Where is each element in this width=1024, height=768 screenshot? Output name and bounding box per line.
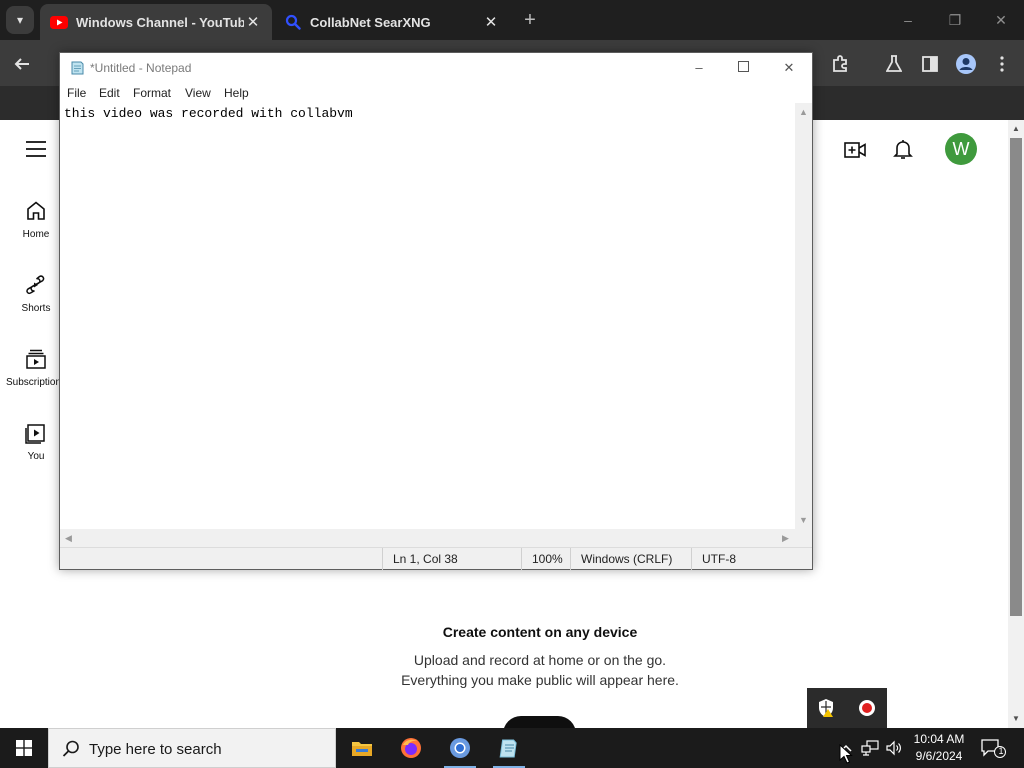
scroll-right-icon[interactable]: ▶ — [782, 533, 789, 544]
notepad-maximize-button[interactable] — [727, 57, 759, 79]
taskbar-search-input[interactable] — [89, 737, 329, 761]
volume-icon[interactable] — [884, 738, 904, 758]
status-cursor-position: Ln 1, Col 38 — [382, 548, 522, 570]
notification-count: 1 — [998, 746, 1004, 756]
scrollbar-corner — [795, 529, 812, 547]
tab-title: CollabNet SearXNG — [310, 14, 431, 30]
notepad-horizontal-scrollbar[interactable]: ◀ ▶ — [60, 529, 795, 547]
mouse-cursor-icon — [839, 744, 853, 764]
tab-title: Windows Channel - YouTube — [76, 14, 244, 30]
search-icon — [62, 740, 79, 757]
file-explorer-icon[interactable] — [338, 728, 386, 768]
create-content-title: Create content on any device — [442, 624, 638, 640]
tab-searxng[interactable]: CollabNet SearXNG ✕ — [274, 4, 510, 40]
tray-overflow-popup — [807, 688, 887, 728]
security-shield-icon[interactable] — [817, 698, 837, 718]
sidebar-item-label: Shorts — [21, 303, 51, 314]
menu-format[interactable]: Format — [133, 86, 171, 100]
tab-close-icon[interactable]: ✕ — [482, 13, 500, 31]
notepad-close-button[interactable]: ✕ — [773, 57, 805, 79]
menu-edit[interactable]: Edit — [99, 86, 120, 100]
notification-center-icon[interactable]: 1 — [980, 738, 1006, 758]
network-icon[interactable] — [860, 738, 880, 758]
subscriptions-icon — [26, 349, 46, 369]
new-tab-button[interactable]: + — [518, 8, 542, 32]
browser-tab-strip: ▾ Windows Channel - YouTube ✕ CollabNet … — [0, 0, 1024, 40]
status-zoom: 100% — [521, 548, 571, 570]
shorts-icon — [26, 275, 45, 295]
extensions-icon[interactable] — [826, 50, 854, 78]
notepad-icon — [71, 61, 84, 75]
notepad-menubar: File Edit Format View Help — [60, 83, 812, 103]
taskbar: 10:04 AM 9/6/2024 1 — [0, 728, 1024, 768]
restore-button[interactable]: ❐ — [940, 8, 970, 32]
labs-icon[interactable] — [880, 50, 908, 78]
notepad-minimize-button[interactable]: – — [683, 57, 715, 79]
bell-icon[interactable] — [891, 137, 915, 161]
status-line-ending: Windows (CRLF) — [570, 548, 692, 570]
tab-search-icon[interactable]: ▾ — [6, 6, 34, 34]
minimize-button[interactable]: – — [893, 8, 923, 32]
scroll-down-icon[interactable]: ▼ — [799, 515, 808, 525]
notepad-statusbar: Ln 1, Col 38 100% Windows (CRLF) UTF-8 — [60, 547, 812, 570]
scroll-up-icon[interactable]: ▲ — [799, 107, 808, 117]
profile-icon[interactable] — [952, 50, 980, 78]
youtube-icon — [50, 13, 68, 31]
clock-date: 9/6/2024 — [915, 749, 963, 763]
notepad-titlebar[interactable]: *Untitled - Notepad – ✕ — [60, 53, 812, 83]
firefox-icon[interactable] — [387, 728, 435, 768]
notepad-text-area[interactable]: this video was recorded with collabvm — [60, 103, 795, 529]
avatar[interactable]: W — [945, 133, 977, 165]
create-content-description: Upload and record at home or on the go. — [413, 652, 667, 668]
clock-time: 10:04 AM — [913, 732, 965, 746]
windows-start-icon[interactable] — [0, 728, 48, 768]
create-content-description: Everything you make public will appear h… — [401, 672, 679, 688]
scroll-down-icon[interactable]: ▼ — [1008, 714, 1024, 723]
menu-icon[interactable] — [25, 140, 47, 158]
side-panel-icon[interactable] — [916, 50, 944, 78]
home-icon — [27, 201, 45, 220]
sidebar-item-label: Subscriptions — [5, 377, 67, 388]
taskbar-clock[interactable]: 10:04 AM 9/6/2024 — [908, 731, 970, 765]
notepad-title: *Untitled - Notepad — [90, 61, 192, 75]
record-icon[interactable] — [857, 698, 877, 718]
page-scrollbar[interactable]: ▲ ▼ — [1008, 120, 1024, 728]
menu-view[interactable]: View — [185, 86, 211, 100]
menu-help[interactable]: Help — [224, 86, 249, 100]
chromium-icon[interactable] — [436, 728, 484, 768]
scroll-up-icon[interactable]: ▲ — [1008, 124, 1024, 133]
sidebar-item-label: Home — [22, 229, 50, 240]
more-menu-icon[interactable] — [988, 50, 1016, 78]
notepad-vertical-scrollbar[interactable]: ▲ ▼ — [795, 103, 812, 529]
sidebar-item-label: You — [27, 451, 45, 462]
notepad-icon[interactable] — [485, 728, 533, 768]
create-video-icon[interactable] — [843, 138, 867, 162]
menu-file[interactable]: File — [67, 86, 86, 100]
notepad-window: *Untitled - Notepad – ✕ File Edit Format… — [59, 52, 813, 570]
close-window-button[interactable]: ✕ — [986, 8, 1016, 32]
scroll-left-icon[interactable]: ◀ — [65, 533, 72, 544]
you-icon — [25, 424, 45, 444]
tab-youtube[interactable]: Windows Channel - YouTube ✕ — [40, 4, 272, 40]
searxng-icon — [284, 13, 302, 31]
taskbar-search-box[interactable] — [48, 728, 336, 768]
tab-close-icon[interactable]: ✕ — [244, 13, 262, 31]
scrollbar-thumb[interactable] — [1010, 138, 1022, 616]
status-encoding: UTF-8 — [691, 548, 812, 570]
back-icon[interactable] — [8, 50, 36, 78]
